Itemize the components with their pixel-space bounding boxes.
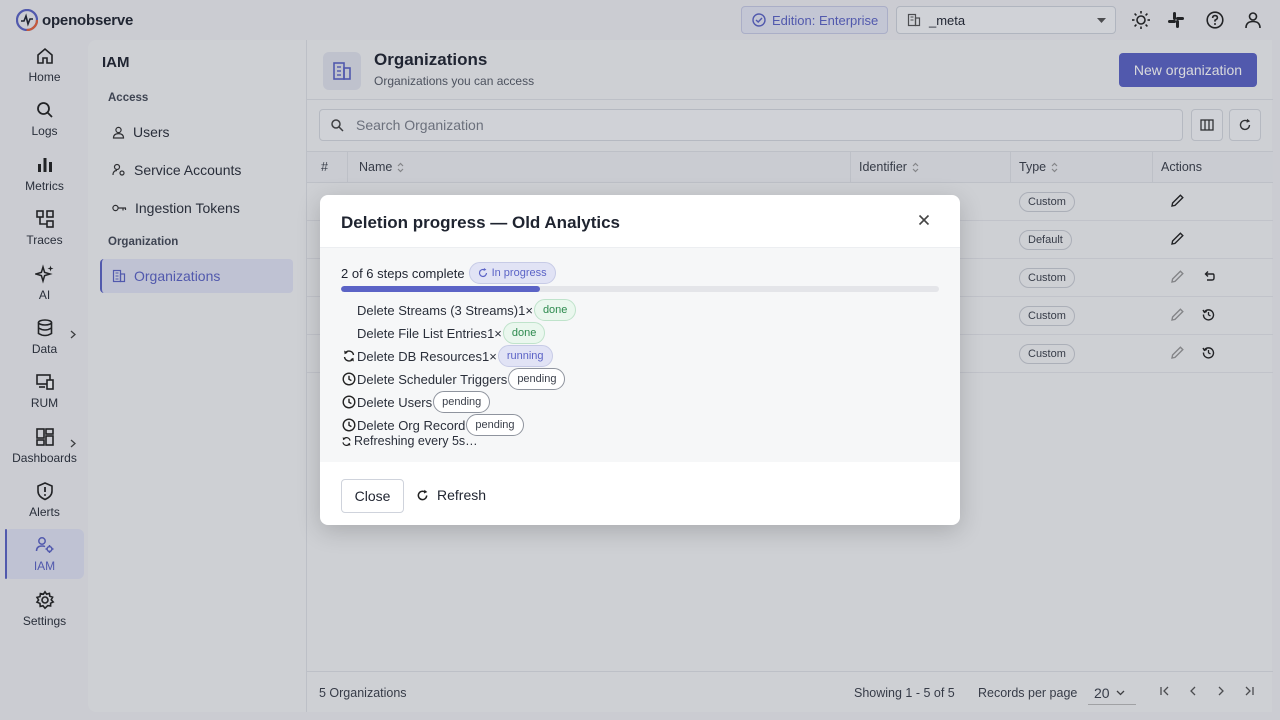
refresh-icon bbox=[417, 489, 428, 500]
progress-bar bbox=[341, 286, 939, 292]
dialog-footer: Close Refresh bbox=[320, 462, 960, 525]
dialog-header: Deletion progress — Old Analytics bbox=[320, 195, 960, 248]
step-row: Delete Users pending bbox=[341, 391, 491, 413]
refresh-button[interactable]: Refresh bbox=[416, 479, 486, 511]
step-status-badge: pending bbox=[433, 391, 491, 413]
dialog-body: 2 of 6 steps complete In progress Delete… bbox=[320, 248, 960, 462]
step-count: 1× bbox=[487, 325, 502, 341]
auto-refresh-text: Refreshing every 5s… bbox=[354, 434, 478, 448]
clock-icon bbox=[341, 371, 357, 387]
step-label: Delete Scheduler Triggers bbox=[357, 371, 508, 387]
done-spacer bbox=[341, 325, 357, 341]
step-count: 1× bbox=[518, 302, 533, 318]
step-label: Delete File List Entries bbox=[357, 325, 488, 341]
sync-icon bbox=[341, 348, 357, 364]
auto-refresh-note: Refreshing every 5s… bbox=[341, 434, 478, 448]
step-status-badge: pending bbox=[508, 368, 566, 390]
step-label: Delete Users bbox=[357, 394, 433, 410]
progress-summary: 2 of 6 steps complete In progress bbox=[341, 262, 556, 284]
close-button[interactable]: Close bbox=[341, 479, 404, 513]
step-count: 1× bbox=[482, 348, 497, 364]
status-badge: In progress bbox=[468, 262, 556, 284]
step-row: Delete Streams (3 Streams) 1× done bbox=[341, 299, 577, 321]
sync-icon bbox=[342, 436, 351, 446]
progress-bar-fill bbox=[341, 286, 541, 292]
step-status-badge: running bbox=[497, 345, 553, 367]
clock-icon bbox=[341, 417, 357, 433]
step-label: Delete Streams (3 Streams) bbox=[357, 302, 519, 318]
step-status-badge: done bbox=[502, 322, 546, 344]
spinner-icon bbox=[478, 268, 487, 278]
done-spacer bbox=[341, 302, 357, 318]
step-label: Delete DB Resources bbox=[357, 348, 482, 364]
dialog-title: Deletion progress — Old Analytics bbox=[341, 213, 620, 232]
step-row: Delete File List Entries 1× done bbox=[341, 322, 546, 344]
deletion-progress-dialog: Deletion progress — Old Analytics 2 of 6… bbox=[320, 195, 960, 525]
step-status-badge: done bbox=[533, 299, 577, 321]
step-row: Delete Org Record pending bbox=[341, 414, 524, 436]
steps-complete-text: 2 of 6 steps complete bbox=[341, 265, 465, 281]
step-row: Delete DB Resources 1× running bbox=[341, 345, 553, 367]
step-status-badge: pending bbox=[466, 414, 524, 436]
step-row: Delete Scheduler Triggers pending bbox=[341, 368, 566, 390]
clock-icon bbox=[341, 394, 357, 410]
step-label: Delete Org Record bbox=[357, 417, 466, 433]
refresh-label: Refresh bbox=[437, 487, 487, 503]
close-icon[interactable] bbox=[918, 214, 930, 226]
